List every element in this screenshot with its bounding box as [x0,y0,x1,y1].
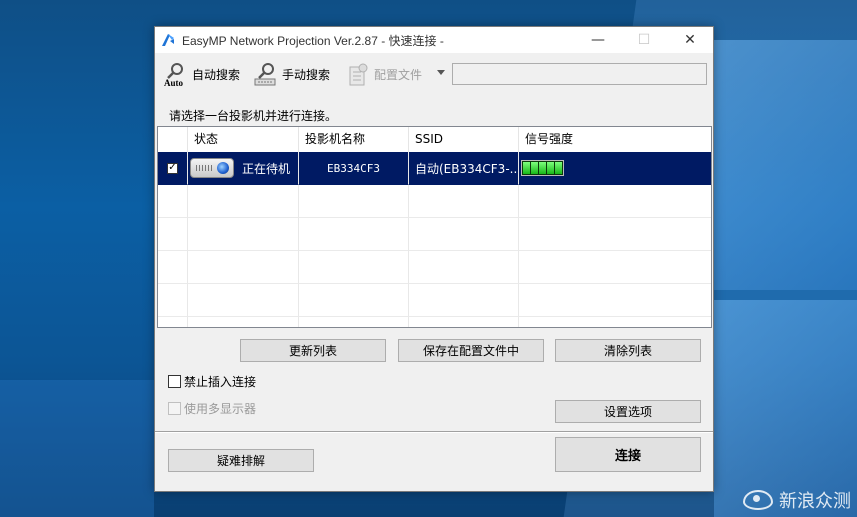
auto-search-button[interactable]: Auto 自动搜索 [163,61,241,88]
disable-interrupt-label: 禁止插入连接 [184,375,257,389]
row-select-cell[interactable]: ✓ [158,152,188,185]
window-title: EasyMP Network Projection Ver.2.87 - 快速连… [182,33,444,48]
projector-icon [190,158,234,178]
profile-icon [345,61,371,87]
signal-bar [555,162,562,174]
sina-eye-icon [743,490,773,510]
multi-display-checkbox[interactable] [168,402,181,415]
column-check [158,127,188,152]
empty-row [158,284,711,317]
column-signal-strength[interactable]: 信号强度 [519,127,711,152]
multi-display-label: 使用多显示器 [184,402,257,416]
close-button[interactable]: ✕ [667,27,713,53]
easymp-window: EasyMP Network Projection Ver.2.87 - 快速连… [154,26,714,492]
signal-cell [519,152,711,185]
column-status[interactable]: 状态 [188,127,299,152]
maximize-button[interactable]: ☐ [621,27,667,53]
auto-search-label: 自动搜索 [192,67,241,82]
projector-name-cell: EB334CF3 [299,152,409,185]
chevron-down-icon[interactable] [437,70,445,75]
watermark-text: 新浪众测 [779,491,851,512]
signal-strength-icon [521,160,564,176]
multi-display-option[interactable]: 使用多显示器 [168,400,256,417]
profile-path-field[interactable] [452,63,707,85]
title-bar[interactable]: EasyMP Network Projection Ver.2.87 - 快速连… [155,27,713,53]
auto-search-icon: Auto [163,61,189,88]
watermark: 新浪众测 [743,487,851,513]
divider [155,431,713,433]
signal-bar [547,162,554,174]
ssid-cell: 自动(EB334CF3-... [409,152,519,185]
empty-row [158,251,711,284]
profile-label: 配置文件 [374,67,423,82]
empty-row [158,218,711,251]
projector-list[interactable]: 状态 投影机名称 SSID 信号强度 ✓ 正在待机 EB334CF3 自动(EB… [157,126,712,328]
save-to-profile-button[interactable]: 保存在配置文件中 [398,339,544,362]
row-checkbox[interactable]: ✓ [167,162,178,174]
disable-interrupt-option[interactable]: 禁止插入连接 [168,373,256,390]
disable-interrupt-checkbox[interactable] [168,375,181,388]
status-text: 正在待机 [242,161,291,176]
manual-search-label: 手动搜索 [282,67,331,82]
signal-bar [539,162,546,174]
column-ssid[interactable]: SSID [409,127,519,152]
signal-bar [531,162,538,174]
connect-button[interactable]: 连接 [555,437,701,472]
minimize-button[interactable]: — [575,27,621,53]
svg-text:Auto: Auto [164,78,184,87]
clear-list-button[interactable]: 清除列表 [555,339,701,362]
instruction-text: 请选择一台投影机并进行连接。 [169,109,338,123]
table-row[interactable]: ✓ 正在待机 EB334CF3 自动(EB334CF3-... [158,152,711,185]
list-header: 状态 投影机名称 SSID 信号强度 [158,127,711,153]
empty-row [158,317,711,327]
troubleshoot-button[interactable]: 疑难排解 [168,449,314,472]
profile-button[interactable]: 配置文件 [345,61,422,87]
manual-search-button[interactable]: 手动搜索 [253,61,330,87]
settings-button[interactable]: 设置选项 [555,400,701,423]
signal-bar [523,162,530,174]
app-icon [160,32,176,48]
refresh-list-button[interactable]: 更新列表 [240,339,386,362]
empty-row [158,185,711,218]
status-cell: 正在待机 [188,152,299,185]
manual-search-icon [253,61,279,87]
column-projector-name[interactable]: 投影机名称 [299,127,409,152]
